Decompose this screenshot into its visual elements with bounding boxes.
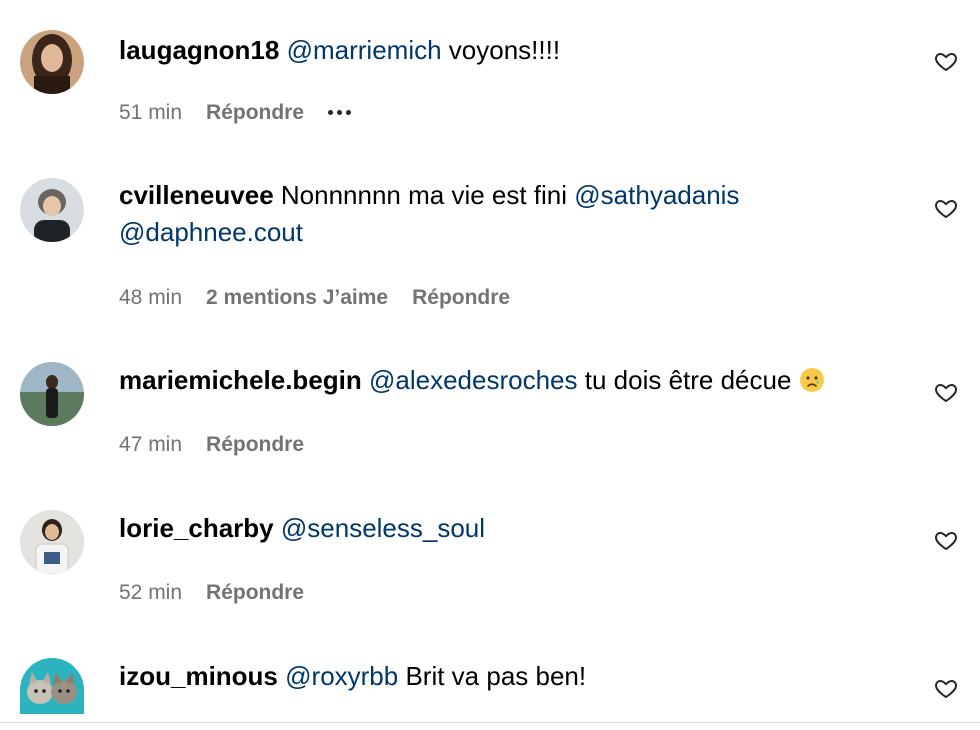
comment-time[interactable]: 51 min [119,101,182,125]
comment-meta: 47 min Répondre [119,433,328,457]
avatar[interactable] [20,178,84,242]
crying-face-emoji [799,368,824,392]
heart-icon[interactable] [933,196,959,220]
comment-text: cvilleneuvee Nonnnnnn ma vie est fini @s… [119,177,919,251]
avatar[interactable] [20,362,84,426]
comment-time[interactable]: 47 min [119,433,182,457]
reply-button[interactable]: Répondre [412,286,510,310]
divider [0,722,980,723]
comment-username[interactable]: izou_minous [119,661,278,691]
avatar[interactable] [20,510,84,574]
comment-text: izou_minous @roxyrbb Brit va pas ben! [119,658,919,695]
comment-username[interactable]: mariemichele.begin [119,365,362,395]
comment-text: laugagnon18 @marriemich voyons!!!! [119,32,919,69]
heart-icon[interactable] [933,49,959,73]
mention-link[interactable]: @daphnee.cout [119,217,303,247]
comment-text: mariemichele.begin @alexedesroches tu do… [119,362,919,399]
comment-meta: 52 min Répondre [119,581,328,605]
comment-username[interactable]: lorie_charby [119,513,274,543]
comment-text: lorie_charby @senseless_soul [119,510,919,547]
heart-icon[interactable] [933,380,959,404]
mention-link[interactable]: @alexedesroches [369,365,578,395]
likes-count[interactable]: 2 mentions J’aime [206,286,388,310]
avatar[interactable] [20,658,84,714]
more-options-icon[interactable] [328,97,355,121]
comment-meta: 51 min Répondre [119,101,355,125]
reply-button[interactable]: Répondre [206,581,304,605]
heart-icon[interactable] [933,528,959,552]
comment-body: Brit va pas ben! [398,661,587,691]
mention-link[interactable]: @senseless_soul [281,513,485,543]
avatar[interactable] [20,30,84,94]
mention-link[interactable]: @roxyrbb [285,661,398,691]
reply-button[interactable]: Répondre [206,101,304,125]
comment-username[interactable]: cvilleneuvee [119,180,274,210]
comment-body: tu dois être décue [577,365,799,395]
reply-button[interactable]: Répondre [206,433,304,457]
comment-body: Nonnnnnn ma vie est fini [273,180,575,210]
mention-link[interactable]: @sathyadanis [574,180,739,210]
comment-meta: 48 min 2 mentions J’aime Répondre [119,286,534,310]
comment-body: voyons!!!! [441,35,561,65]
heart-icon[interactable] [933,676,959,700]
comment-time[interactable]: 52 min [119,581,182,605]
mention-link[interactable]: @marriemich [287,35,442,65]
comment-time[interactable]: 48 min [119,286,182,310]
comment-username[interactable]: laugagnon18 [119,35,279,65]
